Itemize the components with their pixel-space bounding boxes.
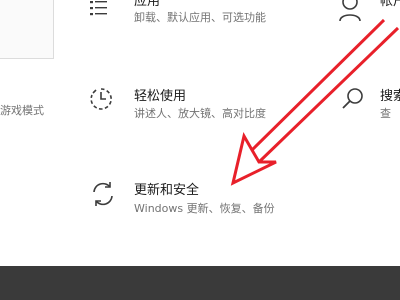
red-arrow-annotation — [230, 18, 400, 186]
update-sync-icon — [93, 182, 113, 206]
tile-search[interactable]: 搜索 查 — [338, 84, 400, 124]
tile-ease-of-access[interactable]: 轻松使用 讲述人、放大镜、高对比度 — [85, 84, 266, 124]
tile-update-security-desc: Windows 更新、恢复、备份 — [134, 202, 275, 215]
tile-accounts-title: 帐户 — [380, 0, 400, 9]
ease-of-access-icon — [90, 88, 112, 110]
tile-ease-of-access-title: 轻松使用 — [134, 89, 187, 104]
taskbar — [0, 266, 400, 300]
settings-page: 应用 卸载、默认应用、可选功能 帐户 游戏模式 轻松使用 讲述人、放大镜、高对比… — [0, 0, 400, 300]
tile-apps-title: 应用 — [134, 0, 161, 9]
tile-accounts[interactable]: 帐户 — [335, 0, 400, 30]
apps-list-icon — [90, 1, 107, 16]
tile-update-security[interactable]: 更新和安全 Windows 更新、恢复、备份 — [85, 176, 285, 218]
tile-ease-of-access-desc: 讲述人、放大镜、高对比度 — [134, 107, 266, 120]
search-icon — [342, 88, 363, 109]
person-icon — [339, 0, 361, 22]
game-mode-fragment: 游戏模式 — [0, 104, 44, 117]
tile-apps-desc: 卸载、默认应用、可选功能 — [134, 11, 266, 24]
tile-search-title: 搜索 — [380, 89, 400, 104]
tile-update-security-title: 更新和安全 — [134, 183, 200, 198]
top-left-panel — [0, 0, 54, 59]
tile-apps[interactable]: 应用 卸载、默认应用、可选功能 — [85, 0, 266, 30]
tile-search-desc: 查 — [380, 107, 391, 120]
